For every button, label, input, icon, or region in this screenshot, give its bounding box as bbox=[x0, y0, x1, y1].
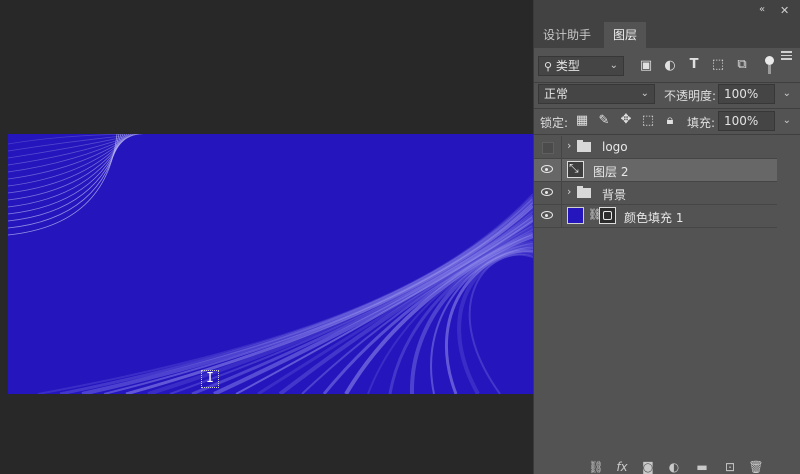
layer-name: logo bbox=[602, 140, 628, 154]
chevron-down-icon: ⌄ bbox=[609, 60, 618, 71]
chevron-down-icon[interactable]: ⌄ bbox=[783, 112, 791, 130]
filter-kind-dropdown[interactable]: ⚲ 类型 ⌄ bbox=[538, 56, 624, 76]
new-group-icon[interactable]: ▬ bbox=[694, 460, 710, 474]
eye-icon bbox=[541, 211, 553, 219]
add-mask-icon[interactable]: ◙ bbox=[640, 460, 656, 474]
text-cursor-icon: I bbox=[201, 370, 219, 388]
wave-line bbox=[8, 134, 134, 180]
chevron-right-icon[interactable]: › bbox=[567, 185, 571, 198]
visibility-toggle[interactable] bbox=[534, 205, 562, 227]
lock-row: 锁定: ▦ ✎ ✥ ⬚ 🔒︎ 填充: 100% ⌄ bbox=[534, 109, 800, 134]
wave-line bbox=[8, 134, 122, 222]
layer-mask-thumbnail[interactable] bbox=[599, 207, 616, 224]
visibility-toggle[interactable] bbox=[534, 136, 562, 158]
layer-name: 图层 2 bbox=[593, 165, 629, 179]
type-icon[interactable]: T bbox=[686, 57, 702, 72]
blend-mode-dropdown[interactable]: 正常 ⌄ bbox=[538, 84, 655, 104]
fx-icon[interactable]: fx bbox=[614, 460, 630, 474]
hidden-box-icon bbox=[542, 142, 554, 154]
shape-icon[interactable]: ⬚ bbox=[710, 57, 726, 72]
wave-band bbox=[59, 195, 533, 394]
lock-image-pixels-icon[interactable]: ✎ bbox=[596, 113, 612, 128]
fill-field[interactable]: 100% ⌄ bbox=[718, 111, 791, 131]
blend-mode-label: 正常 bbox=[544, 87, 569, 101]
folder-icon bbox=[577, 140, 591, 152]
layer-thumbnail bbox=[567, 161, 584, 178]
wave-line bbox=[8, 134, 140, 159]
layers-panel: « ✕ 设计助手 图层 ⚲ 类型 ⌄ ▣ ◐ T ⬚ ⧉ 正常 ⌄ 不透明度: bbox=[533, 0, 800, 474]
tab-design-assistant[interactable]: 设计助手 bbox=[534, 22, 600, 48]
image-icon[interactable]: ▣ bbox=[638, 58, 654, 73]
new-layer-icon[interactable]: ⊡ bbox=[722, 460, 738, 474]
fill-label: 填充: bbox=[687, 116, 716, 130]
lock-all-icon[interactable]: 🔒︎ bbox=[662, 113, 678, 128]
visibility-toggle[interactable] bbox=[534, 182, 562, 204]
delete-icon[interactable]: 🗑︎ bbox=[748, 460, 764, 474]
adjustment-icon[interactable]: ◐ bbox=[662, 58, 678, 73]
fill-value: 100% bbox=[724, 114, 759, 128]
smart-object-icon[interactable]: ⧉ bbox=[734, 57, 750, 72]
divider bbox=[534, 134, 800, 135]
layer-row-layer2[interactable]: 图层 2 bbox=[534, 159, 777, 182]
new-adjustment-icon[interactable]: ◐ bbox=[666, 460, 682, 474]
lock-artboard-icon[interactable]: ⬚ bbox=[640, 113, 656, 128]
document-canvas[interactable]: I bbox=[8, 134, 533, 394]
wave-line bbox=[8, 134, 126, 208]
opacity-value: 100% bbox=[724, 87, 759, 101]
chevron-down-icon: ⌄ bbox=[640, 88, 649, 99]
panel-tab-bar: 设计助手 图层 bbox=[534, 22, 800, 60]
wave-lines-artwork bbox=[8, 134, 533, 394]
eye-icon bbox=[541, 165, 553, 173]
chevron-right-icon[interactable]: › bbox=[567, 139, 571, 152]
chevron-down-icon[interactable]: ⌄ bbox=[783, 85, 791, 103]
filter-toggle[interactable] bbox=[765, 56, 774, 76]
visibility-toggle[interactable] bbox=[534, 159, 562, 181]
collapse-panel-icon[interactable]: « bbox=[759, 4, 765, 15]
lock-position-icon[interactable]: ✥ bbox=[618, 112, 634, 127]
opacity-field[interactable]: 100% ⌄ bbox=[718, 84, 791, 104]
layer-filter-row: ⚲ 类型 ⌄ ▣ ◐ T ⬚ ⧉ bbox=[534, 48, 800, 83]
layer-row-color-fill[interactable]: ⛓ 颜色填充 1 bbox=[534, 205, 777, 228]
eye-icon bbox=[541, 188, 553, 196]
filter-kind-label: 类型 bbox=[555, 59, 580, 73]
close-panel-icon[interactable]: ✕ bbox=[780, 4, 789, 17]
search-icon: ⚲ bbox=[544, 60, 553, 73]
layer-row-logo[interactable]: › logo bbox=[534, 136, 777, 159]
layer-name: 背景 bbox=[602, 188, 627, 202]
layer-row-background-group[interactable]: › 背景 bbox=[534, 182, 777, 205]
lock-label: 锁定: bbox=[540, 116, 569, 130]
blend-row: 正常 ⌄ 不透明度: 100% ⌄ bbox=[534, 83, 800, 107]
folder-icon bbox=[577, 186, 591, 198]
panel-title-bar: « ✕ bbox=[534, 0, 800, 22]
panel-footer-toolbar: ⛓ fx ◙ ◐ ▬ ⊡ 🗑︎ bbox=[534, 458, 800, 474]
fill-color-thumbnail[interactable] bbox=[567, 207, 584, 224]
tab-layers[interactable]: 图层 bbox=[604, 22, 647, 48]
layer-name: 颜色填充 1 bbox=[624, 211, 684, 225]
opacity-label: 不透明度: bbox=[664, 89, 717, 103]
wave-line bbox=[8, 134, 124, 215]
link-layers-icon[interactable]: ⛓ bbox=[588, 460, 604, 474]
lock-transparent-pixels-icon[interactable]: ▦ bbox=[574, 113, 590, 128]
